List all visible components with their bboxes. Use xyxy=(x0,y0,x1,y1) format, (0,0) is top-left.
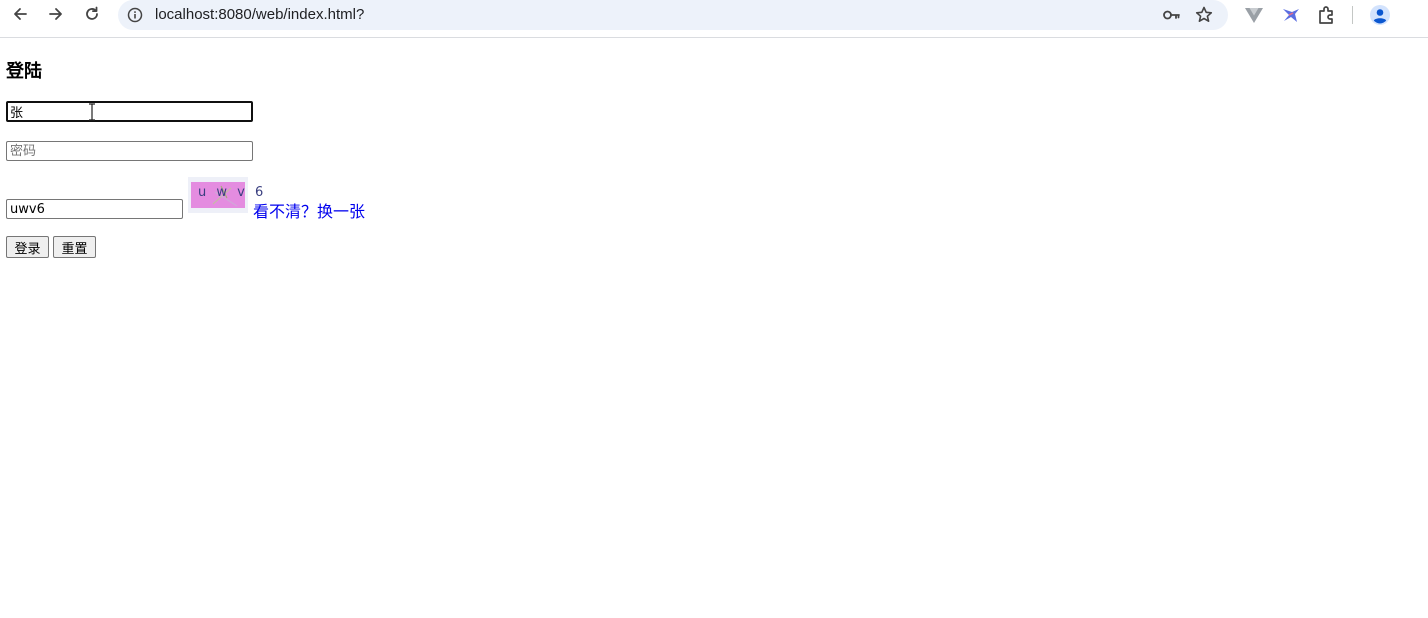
vue-devtools-extension-icon[interactable] xyxy=(1243,4,1265,26)
login-page: 登陆 u w v 6 看不清？换一张 登录 重置 xyxy=(0,38,1428,618)
address-bar[interactable]: localhost:8080/web/index.html? xyxy=(118,0,1228,30)
reload-button[interactable] xyxy=(77,1,107,27)
forward-button[interactable] xyxy=(41,1,71,27)
url-text[interactable]: localhost:8080/web/index.html? xyxy=(155,6,364,23)
password-key-icon[interactable] xyxy=(1161,5,1181,25)
forward-arrow-icon xyxy=(49,8,62,20)
captcha-image[interactable]: u w v 6 xyxy=(188,177,263,213)
refresh-captcha-link[interactable]: 看不清？换一张 xyxy=(253,198,365,222)
page-title: 登陆 xyxy=(6,61,42,82)
password-input[interactable] xyxy=(6,141,253,161)
back-arrow-icon xyxy=(14,8,27,20)
extensions-puzzle-icon[interactable] xyxy=(1316,4,1338,26)
username-input[interactable] xyxy=(6,101,253,122)
toolbar-divider xyxy=(1352,6,1353,24)
back-button[interactable] xyxy=(5,1,35,27)
text-cursor-icon xyxy=(89,103,95,121)
captcha-input[interactable] xyxy=(6,199,183,219)
profile-avatar-icon[interactable] xyxy=(1369,4,1391,26)
login-button[interactable]: 登录 xyxy=(6,236,49,258)
browser-toolbar: localhost:8080/web/index.html? xyxy=(0,0,1428,38)
site-info-icon[interactable] xyxy=(127,7,143,23)
reset-button[interactable]: 重置 xyxy=(53,236,96,258)
bookmark-star-icon[interactable] xyxy=(1194,5,1214,25)
bird-extension-icon[interactable] xyxy=(1279,4,1301,26)
reload-icon xyxy=(86,6,98,20)
